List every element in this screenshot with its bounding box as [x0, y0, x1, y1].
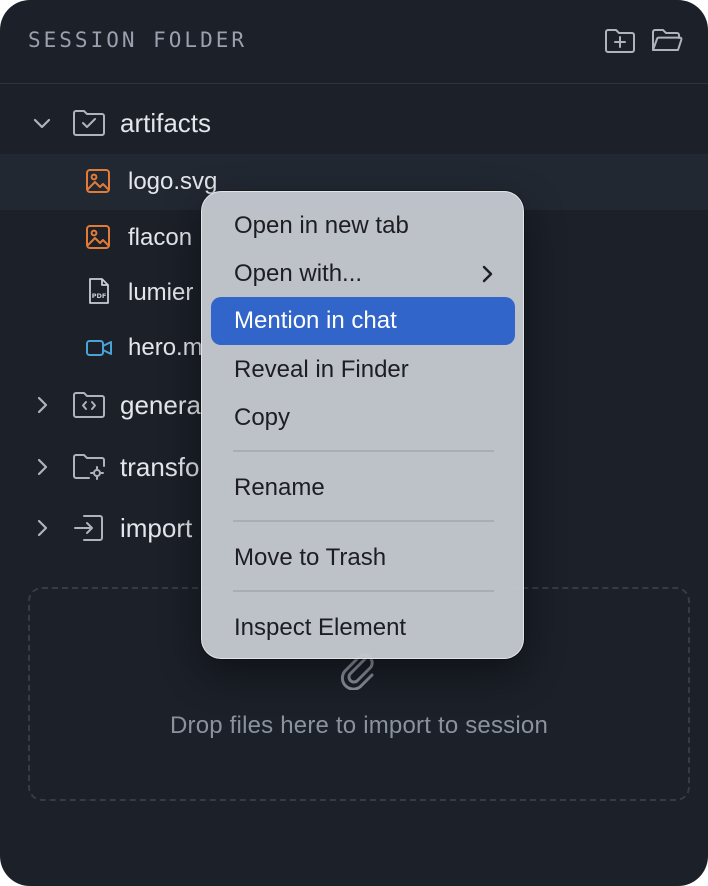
new-folder-button[interactable] [603, 26, 637, 56]
open-folder-button[interactable] [650, 26, 684, 56]
tree-folder-artifacts[interactable]: artifacts [0, 95, 708, 151]
tree-folder-label: genera [120, 390, 201, 420]
chevron-right-icon [37, 396, 48, 414]
folder-gear-icon [73, 454, 105, 480]
tree-folder-label: transfo [120, 452, 200, 482]
menu-item-copy[interactable]: Copy [211, 394, 515, 442]
svg-text:PDF: PDF [92, 292, 107, 300]
context-menu: Open in new tab Open with... Mention in … [201, 191, 524, 659]
folder-plus-icon [605, 29, 635, 53]
menu-item-rename[interactable]: Rename [211, 464, 515, 512]
tree-folder-label: import [120, 513, 193, 543]
tree-folder-label: artifacts [120, 108, 212, 138]
menu-item-open-new-tab[interactable]: Open in new tab [211, 202, 515, 250]
code-folder-icon [73, 392, 105, 418]
menu-item-inspect-element[interactable]: Inspect Element [211, 604, 515, 652]
pdf-file-icon: PDF [89, 278, 109, 304]
tree-file-label: logo.svg [128, 168, 218, 195]
chevron-right-icon [37, 458, 48, 476]
menu-separator [233, 520, 494, 522]
image-icon [86, 225, 110, 249]
chevron-right-icon [482, 265, 493, 283]
panel-header: SESSION FOLDER [0, 0, 708, 84]
session-folder-panel: SESSION FOLDER artifacts logo.svg flacon… [0, 0, 708, 886]
menu-item-mention-in-chat[interactable]: Mention in chat [211, 297, 515, 345]
image-icon [86, 169, 110, 193]
import-icon [74, 515, 103, 541]
panel-title: SESSION FOLDER [28, 28, 248, 52]
chevron-right-icon [37, 519, 48, 537]
menu-separator [233, 590, 494, 592]
tree-file-label: lumier [128, 279, 194, 306]
menu-separator [233, 450, 494, 452]
menu-item-reveal-in-finder[interactable]: Reveal in Finder [211, 346, 515, 394]
drop-zone-text: Drop files here to import to session [169, 712, 549, 739]
folder-open-icon [652, 29, 683, 51]
chevron-down-icon [33, 118, 51, 129]
tree-file-label: flacon [128, 224, 193, 251]
folder-check-icon [73, 110, 105, 136]
menu-item-move-to-trash[interactable]: Move to Trash [211, 534, 515, 582]
menu-item-label: Open with... [234, 260, 363, 287]
video-icon [86, 340, 112, 356]
menu-item-open-with[interactable]: Open with... [211, 250, 515, 298]
tree-file-label: hero.m [128, 334, 203, 361]
